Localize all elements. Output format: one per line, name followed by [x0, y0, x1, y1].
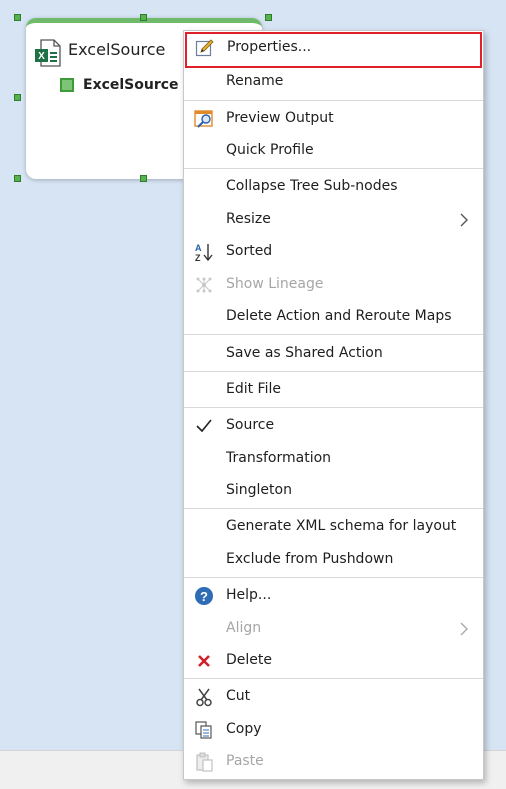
- node-title: ExcelSource: [68, 40, 166, 59]
- svg-text:?: ?: [200, 589, 208, 604]
- menu-item-help[interactable]: ? Help...: [184, 580, 483, 612]
- menu-item-label: Paste: [226, 753, 264, 769]
- menu-item-label: Exclude from Pushdown: [226, 551, 394, 567]
- resize-handle-top-left[interactable]: [14, 14, 21, 21]
- context-menu: Properties... Rename Preview Output Quic…: [183, 30, 484, 780]
- menu-item-label: Transformation: [226, 450, 332, 466]
- node-subnode-label[interactable]: ExcelSource: [83, 77, 179, 93]
- menu-item-align: Align: [184, 613, 483, 645]
- menu-item-label: Delete: [226, 652, 272, 668]
- menu-item-sorted[interactable]: A Z Sorted: [184, 236, 483, 268]
- menu-item-exclude-from-pushdown[interactable]: Exclude from Pushdown: [184, 544, 483, 576]
- menu-item-label: Cut: [226, 688, 251, 704]
- menu-item-label: Align: [226, 620, 262, 636]
- menu-separator: [184, 100, 483, 101]
- resize-handle-bottom-left[interactable]: [14, 175, 21, 182]
- menu-item-transformation[interactable]: Transformation: [184, 443, 483, 475]
- menu-separator: [184, 407, 483, 408]
- menu-item-label: Collapse Tree Sub-nodes: [226, 178, 398, 194]
- resize-handle-bottom-center[interactable]: [140, 175, 147, 182]
- menu-item-rename[interactable]: Rename: [184, 66, 483, 98]
- menu-separator: [184, 678, 483, 679]
- menu-separator: [184, 168, 483, 169]
- menu-item-label: Delete Action and Reroute Maps: [226, 308, 452, 324]
- menu-item-generate-xml-schema[interactable]: Generate XML schema for layout: [184, 511, 483, 543]
- delete-x-icon: [198, 655, 210, 667]
- chevron-right-icon: [460, 213, 468, 227]
- pencil-edit-icon: [195, 39, 214, 57]
- svg-text:X: X: [38, 51, 45, 62]
- paste-icon: [196, 752, 213, 772]
- copy-icon: [195, 721, 212, 739]
- svg-text:Z: Z: [195, 253, 201, 262]
- menu-item-label: Show Lineage: [226, 276, 324, 292]
- resize-handle-top-center[interactable]: [140, 14, 147, 21]
- menu-separator: [184, 577, 483, 578]
- menu-item-label: Rename: [226, 73, 284, 89]
- lineage-icon: [196, 277, 212, 293]
- menu-item-label: Save as Shared Action: [226, 345, 383, 361]
- resize-handle-middle-left[interactable]: [14, 94, 21, 101]
- scissors-icon: [196, 688, 212, 707]
- checkmark-icon: [196, 419, 212, 433]
- menu-item-copy[interactable]: Copy: [184, 714, 483, 746]
- menu-item-label: Quick Profile: [226, 142, 314, 158]
- menu-item-delete-action-and-reroute-maps[interactable]: Delete Action and Reroute Maps: [184, 301, 483, 333]
- resize-handle-top-right[interactable]: [265, 14, 272, 21]
- chevron-right-icon: [460, 622, 468, 636]
- menu-item-singleton[interactable]: Singleton: [184, 475, 483, 507]
- menu-item-source[interactable]: Source: [184, 410, 483, 442]
- menu-item-collapse-tree-sub-nodes[interactable]: Collapse Tree Sub-nodes: [184, 171, 483, 203]
- menu-item-label: Resize: [226, 211, 271, 227]
- preview-output-icon: [194, 110, 213, 128]
- menu-item-properties[interactable]: Properties...: [185, 32, 482, 68]
- excel-file-icon: X: [35, 39, 61, 67]
- menu-item-label: Preview Output: [226, 110, 334, 126]
- menu-item-paste: Paste: [184, 746, 483, 778]
- menu-separator: [184, 508, 483, 509]
- menu-item-resize[interactable]: Resize: [184, 204, 483, 236]
- menu-item-save-as-shared-action[interactable]: Save as Shared Action: [184, 338, 483, 370]
- menu-item-label: Properties...: [227, 39, 312, 55]
- menu-item-preview-output[interactable]: Preview Output: [184, 103, 483, 135]
- menu-item-delete[interactable]: Delete: [184, 645, 483, 677]
- menu-item-label: Sorted: [226, 243, 273, 259]
- menu-item-label: Copy: [226, 721, 262, 737]
- sort-az-icon: A Z: [195, 243, 213, 262]
- svg-text:A: A: [195, 243, 202, 253]
- menu-item-show-lineage: Show Lineage: [184, 269, 483, 301]
- menu-item-label: Source: [226, 417, 275, 433]
- record-icon: [60, 78, 74, 92]
- menu-separator: [184, 334, 483, 335]
- menu-item-cut[interactable]: Cut: [184, 681, 483, 713]
- menu-item-quick-profile[interactable]: Quick Profile: [184, 135, 483, 167]
- menu-item-label: Generate XML schema for layout: [226, 518, 457, 534]
- menu-item-label: Singleton: [226, 482, 292, 498]
- help-icon: ?: [195, 587, 213, 605]
- menu-item-edit-file[interactable]: Edit File: [184, 374, 483, 406]
- menu-separator: [184, 371, 483, 372]
- menu-item-label: Help...: [226, 587, 272, 603]
- menu-item-label: Edit File: [226, 381, 281, 397]
